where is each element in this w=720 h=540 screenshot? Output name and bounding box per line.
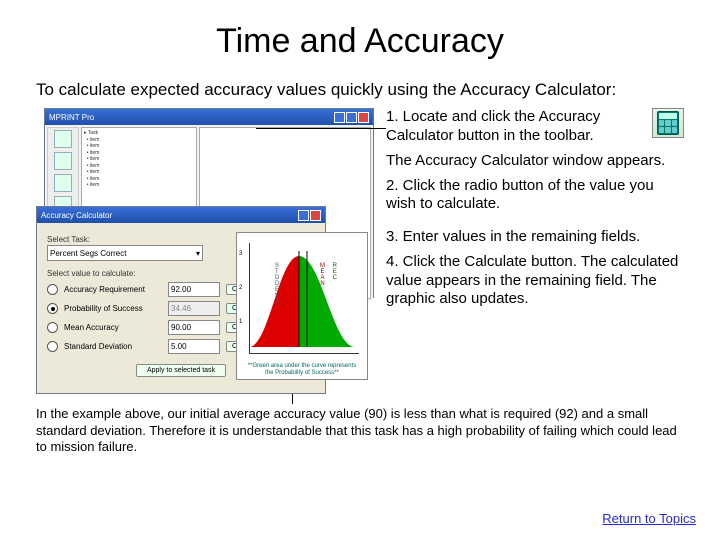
return-to-topics-link[interactable]: Return to Topics [602, 511, 696, 526]
minimize-icon [298, 210, 309, 221]
label-mean-accuracy: Mean Accuracy [64, 323, 162, 332]
distribution-chart: 3 2 1 STDDEVS MEAN REC **Green area unde… [236, 232, 368, 380]
input-standard-deviation[interactable]: 5.00 [168, 339, 220, 354]
calc-title: Accuracy Calculator [41, 211, 112, 220]
task-dropdown[interactable]: Percent Segs Correct ▾ [47, 245, 203, 261]
sidebar-icon [54, 152, 72, 170]
label-accuracy-requirement: Accuracy Requirement [64, 285, 162, 294]
input-mean-accuracy[interactable]: 90.00 [168, 320, 220, 335]
app-titlebar: MPRINT Pro [45, 109, 373, 125]
maximize-icon [346, 112, 357, 123]
close-icon [358, 112, 369, 123]
radio-mean-accuracy[interactable] [47, 322, 58, 333]
radio-accuracy-requirement[interactable] [47, 284, 58, 295]
label-standard-deviation: Standard Deviation [64, 342, 162, 351]
input-probability-success: 34.46 [168, 301, 220, 316]
chart-caption: **Green area under the curve represents … [243, 363, 361, 376]
x-axis [249, 353, 359, 354]
minimize-icon [334, 112, 345, 123]
y-tick: 3 [239, 251, 242, 257]
input-accuracy-requirement[interactable]: 92.00 [168, 282, 220, 297]
page-title: Time and Accuracy [36, 22, 684, 61]
calc-titlebar: Accuracy Calculator [37, 207, 325, 223]
step-4: 4. Click the Calculate button. The calcu… [386, 253, 684, 309]
step-2: 2. Click the radio button of the value y… [386, 177, 684, 215]
footer-text: In the example above, our initial averag… [36, 406, 684, 455]
sidebar-icon [54, 174, 72, 192]
step-1-result: The Accuracy Calculator window appears. [386, 152, 684, 171]
rec-label: REC [333, 263, 337, 281]
y-tick: 2 [239, 285, 242, 291]
app-title: MPRINT Pro [49, 113, 94, 122]
bell-curve [249, 251, 355, 347]
y-tick: 1 [239, 319, 242, 325]
stddev-label: STDDEVS [275, 263, 279, 305]
close-icon [310, 210, 321, 221]
radio-probability-success[interactable] [47, 303, 58, 314]
intro-text: To calculate expected accuracy values qu… [36, 79, 684, 100]
accuracy-calculator-icon[interactable] [652, 108, 684, 138]
step-3: 3. Enter values in the remaining fields. [386, 228, 684, 247]
task-dropdown-value: Percent Segs Correct [50, 249, 126, 258]
callout-line [256, 128, 386, 129]
sidebar-icon [54, 130, 72, 148]
label-probability-success: Probability of Success [64, 304, 162, 313]
mean-label: MEAN [320, 263, 325, 287]
radio-standard-deviation[interactable] [47, 341, 58, 352]
chevron-down-icon: ▾ [196, 249, 200, 258]
apply-button[interactable]: Apply to selected task [136, 364, 226, 377]
step-1: 1. Locate and click the Accuracy Calcula… [386, 108, 684, 146]
